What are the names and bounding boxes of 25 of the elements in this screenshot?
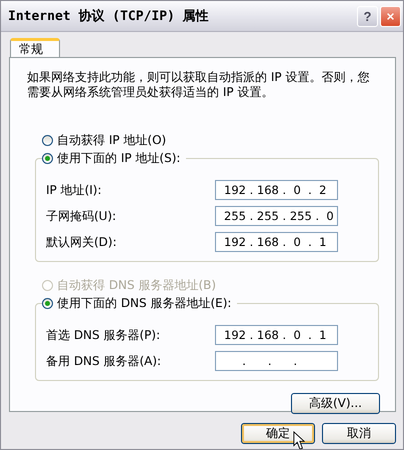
radio-label[interactable]: 自动获得 IP 地址(O) bbox=[57, 132, 166, 148]
ip-address-field[interactable]: 192 . 168 . 0 . 1 bbox=[215, 325, 338, 345]
ip-address-field[interactable]: . . . bbox=[215, 351, 338, 371]
radio-button[interactable] bbox=[42, 298, 53, 308]
close-button[interactable] bbox=[380, 6, 401, 26]
tab[interactable]: 常规 bbox=[10, 38, 60, 57]
field-label: 默认网关(D): bbox=[46, 234, 117, 250]
field-label: 子网掩码(U): bbox=[46, 208, 116, 224]
advanced-button[interactable]: 高级(V)... bbox=[291, 393, 380, 414]
close-icon bbox=[387, 10, 394, 22]
radio-button[interactable] bbox=[42, 134, 53, 146]
ip-address-field[interactable]: 192 . 168 . 0 . 1 bbox=[215, 232, 338, 252]
window-title: Internet 协议 (TCP/IP) 属性 bbox=[8, 8, 210, 25]
field-label: 备用 DNS 服务器(A): bbox=[46, 352, 162, 370]
help-button[interactable]: ? bbox=[357, 6, 378, 26]
mouse-pointer-icon bbox=[293, 431, 305, 449]
dialog-button[interactable]: 取消 bbox=[322, 423, 396, 444]
ip-address-field[interactable]: 255 . 255 . 255 . 0 bbox=[215, 206, 338, 226]
field-label: IP 地址(I): bbox=[46, 182, 102, 198]
field-label: 首选 DNS 服务器(P): bbox=[46, 326, 160, 344]
ip-address-field[interactable]: 192 . 168 . 0 . 2 bbox=[215, 180, 338, 200]
radio-label[interactable]: 使用下面的 DNS 服务器地址(E): bbox=[57, 294, 232, 312]
radio-label[interactable]: 使用下面的 IP 地址(S): bbox=[57, 150, 180, 166]
radio-button[interactable] bbox=[42, 152, 53, 164]
description-text: 如果网络支持此功能，则可以获取自动指派的 IP 设置。否则，您需要从网络系统管理员处获得适当的 IP 设置。 bbox=[27, 70, 370, 100]
